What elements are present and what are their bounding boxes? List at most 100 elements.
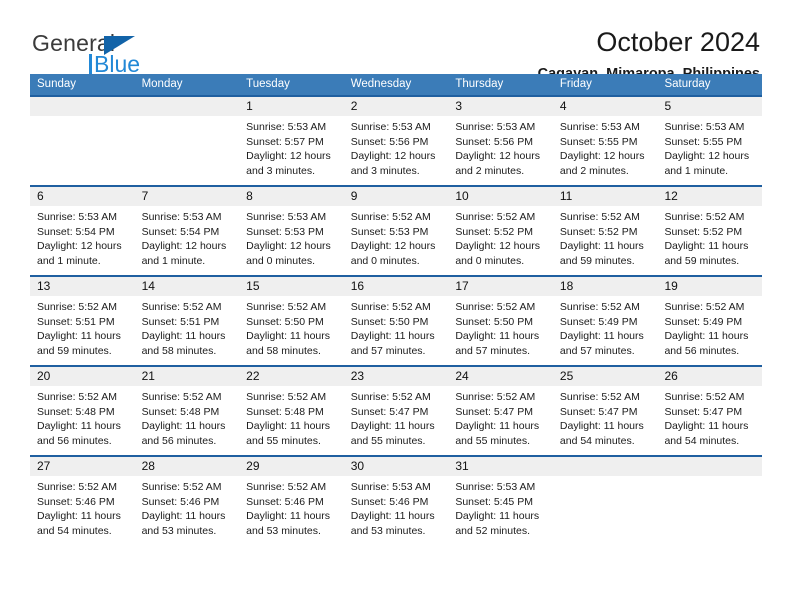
day-info-line: Sunrise: 5:52 AM (664, 211, 745, 223)
calendar-day-cell[interactable]: 17 Sunrise: 5:52 AM Sunset: 5:50 PM Dayligh… (448, 277, 553, 365)
day-number: 4 (559, 99, 567, 113)
day-info-line: and 3 minutes. (246, 164, 316, 177)
calendar-day-cell[interactable]: 4 Sunrise: 5:53 AM Sunset: 5:55 PM Daylight… (552, 97, 658, 185)
day-info-line: and 57 minutes. (455, 344, 531, 357)
calendar-day-cell[interactable]: 14 Sunrise: 5:52 AM Sunset: 5:51 PM Dayligh… (134, 277, 240, 365)
calendar-day-cell[interactable]: 24 Sunrise: 5:52 AM Sunset: 5:47 PM Dayligh… (448, 367, 553, 455)
day-info-line: Sunset: 5:53 PM (246, 225, 324, 238)
day-info-line: and 55 minutes. (350, 434, 426, 447)
day-info-line: Sunrise: 5:52 AM (559, 391, 640, 403)
day-number: 6 (37, 189, 44, 203)
day-number-band: 12 (657, 187, 763, 206)
day-details: Sunrise: 5:52 AM Sunset: 5:46 PM Daylight:… (30, 476, 135, 538)
calendar-day-cell[interactable]: 18 Sunrise: 5:52 AM Sunset: 5:49 PM Dayligh… (552, 277, 658, 365)
day-info-line: Daylight: 11 hours (664, 240, 749, 253)
calendar-day-cell[interactable]: 5 Sunrise: 5:53 AM Sunset: 5:55 PM Daylight… (657, 97, 763, 185)
week-cells: 6 Sunrise: 5:53 AM Sunset: 5:54 PM Daylight… (30, 187, 763, 275)
calendar-day-cell[interactable]: 11 Sunrise: 5:52 AM Sunset: 5:52 PM Dayligh… (552, 187, 658, 275)
day-number: 15 (246, 279, 260, 293)
day-info-line: and 1 minute. (141, 254, 206, 267)
day-info-line: and 55 minutes. (455, 434, 531, 447)
day-info-line: Sunset: 5:56 PM (350, 135, 429, 148)
calendar-day-cell[interactable]: 21 Sunrise: 5:52 AM Sunset: 5:48 PM Dayligh… (134, 367, 240, 455)
calendar-day-cell[interactable]: 26 Sunrise: 5:52 AM Sunset: 5:47 PM Dayligh… (657, 367, 763, 455)
day-number: 21 (141, 369, 155, 383)
calendar-day-cell[interactable]: 6 Sunrise: 5:53 AM Sunset: 5:54 PM Daylight… (30, 187, 135, 275)
calendar-day-cell[interactable]: 22 Sunrise: 5:52 AM Sunset: 5:48 PM Dayligh… (239, 367, 344, 455)
day-info-line: and 58 minutes. (246, 344, 321, 357)
day-number-band: 4 (552, 97, 658, 116)
day-info-line: Sunset: 5:49 PM (559, 315, 638, 328)
page-header: General Blue October 2024 Cagayan, Mimar… (30, 0, 762, 82)
calendar-day-cell[interactable]: 29 Sunrise: 5:52 AM Sunset: 5:46 PM Dayligh… (239, 457, 344, 545)
calendar-week-row: 6 Sunrise: 5:53 AM Sunset: 5:54 PM Daylight… (30, 185, 763, 275)
day-details: Sunrise: 5:52 AM Sunset: 5:48 PM Daylight:… (30, 386, 135, 448)
day-info-line: Daylight: 12 hours (559, 150, 645, 163)
day-info-line: Daylight: 12 hours (246, 150, 331, 163)
calendar-day-cell[interactable]: 15 Sunrise: 5:52 AM Sunset: 5:50 PM Dayligh… (239, 277, 344, 365)
day-info-line: Sunrise: 5:52 AM (37, 481, 117, 493)
calendar-day-cell[interactable]: 30 Sunrise: 5:53 AM Sunset: 5:46 PM Dayligh… (343, 457, 449, 545)
day-info-line: Sunrise: 5:52 AM (350, 391, 431, 403)
day-info-line: Sunset: 5:52 PM (664, 225, 743, 238)
day-details: Sunrise: 5:52 AM Sunset: 5:48 PM Daylight:… (239, 386, 344, 448)
day-info-line: Sunset: 5:51 PM (141, 315, 220, 328)
day-info-line: Sunset: 5:50 PM (455, 315, 533, 328)
day-info-line: Daylight: 12 hours (455, 150, 540, 163)
day-number: 30 (350, 459, 365, 473)
day-info-line: and 1 minute. (37, 254, 101, 267)
calendar-day-cell[interactable]: 7 Sunrise: 5:53 AM Sunset: 5:54 PM Daylight… (134, 187, 240, 275)
calendar-day-cell[interactable]: 23 Sunrise: 5:52 AM Sunset: 5:47 PM Dayligh… (343, 367, 449, 455)
day-info-line: Sunrise: 5:52 AM (246, 391, 327, 403)
calendar-day-cell[interactable]: 20 Sunrise: 5:52 AM Sunset: 5:48 PM Dayligh… (30, 367, 135, 455)
day-details: Sunrise: 5:52 AM Sunset: 5:51 PM Daylight:… (135, 296, 240, 358)
day-info-line: Sunset: 5:46 PM (37, 495, 115, 508)
weekday-header-friday: Friday (559, 78, 592, 90)
day-info-line: Sunset: 5:46 PM (141, 495, 220, 508)
calendar-day-cell[interactable]: 31 Sunrise: 5:53 AM Sunset: 5:45 PM Dayligh… (448, 457, 553, 545)
day-number: 2 (350, 99, 358, 113)
calendar-day-cell[interactable]: 27 Sunrise: 5:52 AM Sunset: 5:46 PM Dayligh… (30, 457, 135, 545)
day-info-line: Sunrise: 5:53 AM (246, 121, 327, 133)
day-info-line: and 52 minutes. (455, 524, 531, 537)
calendar-day-cell[interactable]: 19 Sunrise: 5:52 AM Sunset: 5:49 PM Dayligh… (657, 277, 763, 365)
day-info-line: Sunrise: 5:53 AM (141, 211, 222, 223)
day-info-line: and 53 minutes. (350, 524, 426, 537)
calendar-day-cell[interactable]: 28 Sunrise: 5:52 AM Sunset: 5:46 PM Dayligh… (134, 457, 240, 545)
day-number-band: 7 (134, 187, 240, 206)
day-details: Sunrise: 5:52 AM Sunset: 5:50 PM Daylight:… (344, 296, 449, 358)
calendar-day-cell[interactable]: 10 Sunrise: 5:52 AM Sunset: 5:52 PM Dayligh… (448, 187, 553, 275)
day-number: 17 (455, 279, 469, 293)
calendar-day-cell[interactable]: 8 Sunrise: 5:53 AM Sunset: 5:53 PM Daylight… (239, 187, 344, 275)
calendar-day-cell[interactable]: 3 Sunrise: 5:53 AM Sunset: 5:56 PM Daylight… (448, 97, 553, 185)
day-details: Sunrise: 5:52 AM Sunset: 5:50 PM Daylight:… (239, 296, 344, 358)
day-info-line: Sunset: 5:54 PM (37, 225, 115, 238)
calendar-day-cell[interactable]: 2 Sunrise: 5:53 AM Sunset: 5:56 PM Daylight… (343, 97, 449, 185)
day-number: 10 (455, 189, 469, 203)
day-number: 5 (664, 99, 672, 113)
day-info-line: Sunset: 5:51 PM (37, 315, 115, 328)
weekday-header-monday: Monday (141, 78, 183, 90)
weekday-header-wednesday: Wednesday (350, 78, 412, 90)
calendar-day-cell[interactable]: 12 Sunrise: 5:52 AM Sunset: 5:52 PM Dayligh… (657, 187, 763, 275)
day-number: 14 (141, 279, 155, 293)
day-info-line: Daylight: 12 hours (246, 240, 331, 253)
general-blue-logo[interactable]: General Blue (32, 30, 252, 80)
weekday-header-tuesday: Tuesday (246, 78, 290, 90)
day-info-line: Daylight: 11 hours (455, 510, 540, 523)
day-info-line: Sunset: 5:52 PM (559, 225, 638, 238)
day-number-band: 9 (343, 187, 449, 206)
calendar-day-cell[interactable]: 13 Sunrise: 5:52 AM Sunset: 5:51 PM Dayligh… (30, 277, 135, 365)
day-number: 8 (246, 189, 253, 203)
calendar-weeks: 1 Sunrise: 5:53 AM Sunset: 5:57 PM Daylight… (30, 95, 763, 545)
day-number: 13 (37, 279, 51, 293)
page-title: October 2024 (596, 27, 760, 57)
calendar-day-cell[interactable]: 16 Sunrise: 5:52 AM Sunset: 5:50 PM Dayligh… (343, 277, 449, 365)
day-number: 12 (664, 189, 678, 203)
day-number: 23 (350, 369, 365, 383)
day-number: 25 (559, 369, 574, 383)
calendar-day-cell[interactable]: 1 Sunrise: 5:53 AM Sunset: 5:57 PM Daylight… (239, 97, 344, 185)
calendar-day-cell[interactable]: 25 Sunrise: 5:52 AM Sunset: 5:47 PM Dayligh… (552, 367, 658, 455)
calendar-day-cell[interactable]: 9 Sunrise: 5:52 AM Sunset: 5:53 PM Daylight… (343, 187, 449, 275)
day-info-line: Sunrise: 5:53 AM (246, 211, 327, 223)
